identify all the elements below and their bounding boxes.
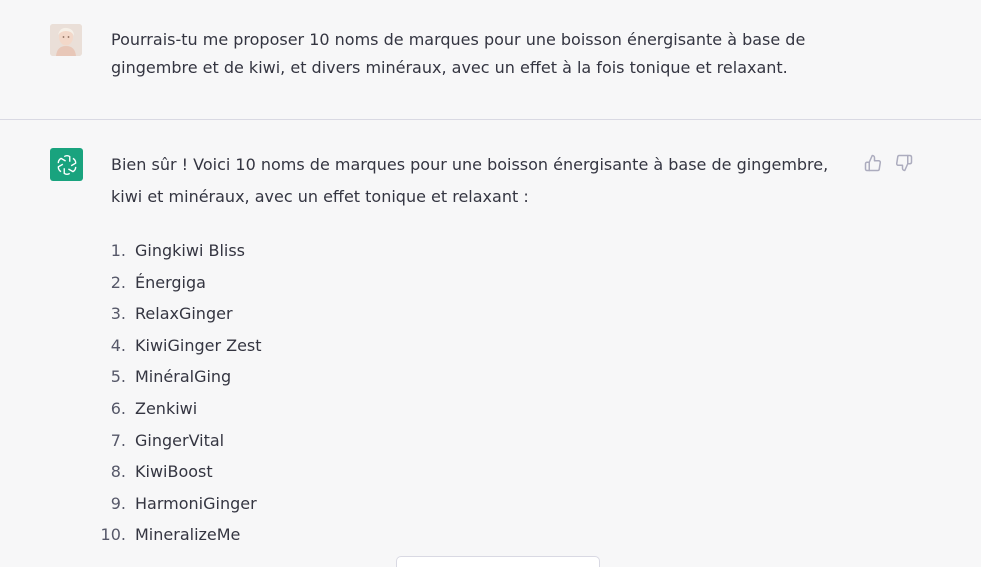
list-item: 3. RelaxGinger (88, 298, 262, 330)
list-item-number: 4. (110, 335, 126, 355)
assistant-message-row: Bien sûr ! Voici 10 noms de marques pour… (0, 120, 981, 561)
list-item-text: MineralizeMe (135, 525, 241, 545)
brand-name-list: 1. Gingkiwi Bliss 2. Énergiga 3. RelaxGinge… (88, 235, 262, 551)
assistant-intro-text: Bien sûr ! Voici 10 noms de marques pour… (111, 155, 829, 206)
list-item-text: RelaxGinger (135, 304, 233, 324)
list-item-text: Énergiga (135, 272, 206, 292)
openai-logo-icon (50, 148, 83, 181)
list-item: 4. KiwiGinger Zest (88, 330, 262, 362)
list-item-text: GingerVital (135, 430, 225, 450)
regenerate-button[interactable] (396, 556, 600, 567)
list-item-text: MinéralGing (135, 367, 232, 387)
list-item: 6. Zenkiwi (88, 393, 262, 425)
list-item-number: 10. (100, 525, 126, 545)
thumbs-up-icon[interactable] (863, 153, 883, 173)
list-item: 8. KiwiBoost (88, 456, 262, 488)
list-item-text: KiwiBoost (135, 462, 213, 482)
user-message-row: Pourrais-tu me proposer 10 noms de marqu… (0, 0, 981, 120)
list-item: 7. GingerVital (88, 425, 262, 457)
list-item-number: 2. (110, 272, 126, 292)
list-item-text: HarmoniGinger (135, 493, 257, 513)
list-item: 9. HarmoniGinger (88, 488, 262, 520)
user-message-text: Pourrais-tu me proposer 10 noms de marqu… (111, 30, 806, 77)
list-item-text: Gingkiwi Bliss (135, 241, 246, 260)
list-item-number: 1. (110, 241, 126, 260)
list-item-number: 7. (110, 430, 126, 450)
list-item-number: 9. (110, 493, 126, 513)
list-item: 2. Énergiga (88, 267, 262, 299)
thumbs-down-icon[interactable] (894, 153, 914, 173)
list-item-number: 5. (110, 367, 126, 387)
list-item-text: KiwiGinger Zest (135, 335, 262, 355)
list-item: 10. MineralizeMe (88, 519, 262, 551)
user-avatar (50, 24, 82, 56)
list-item: 5. MinéralGing (88, 361, 262, 393)
list-item-text: Zenkiwi (135, 398, 198, 418)
list-item-number: 6. (110, 398, 126, 418)
list-item: 1. Gingkiwi Bliss (88, 235, 262, 267)
list-item-number: 3. (110, 304, 126, 324)
list-item-number: 8. (110, 462, 126, 482)
